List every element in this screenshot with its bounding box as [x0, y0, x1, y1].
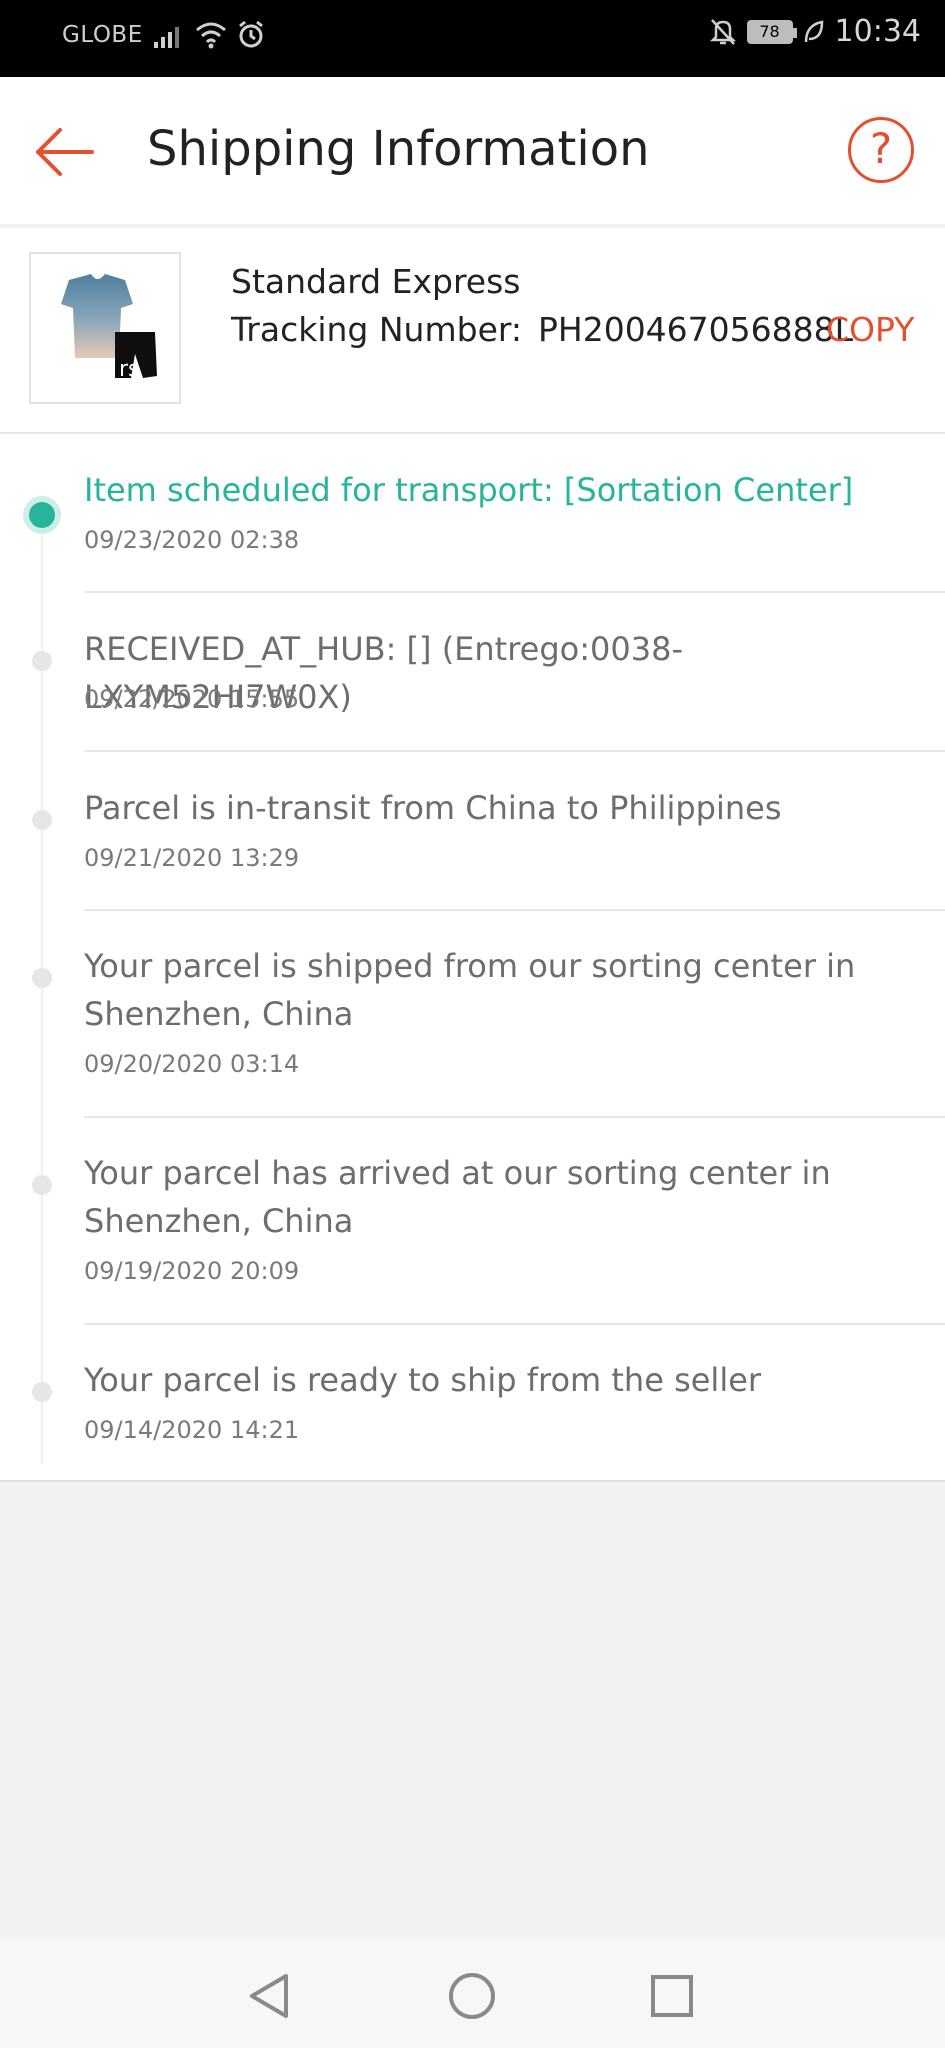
timeline-event: Parcel is in-transit from China to Phili…: [0, 752, 945, 911]
app-bar: Shipping Information ?: [0, 77, 945, 225]
tracking-number-label: Tracking Number:: [231, 310, 522, 349]
timeline-dot: [32, 651, 52, 671]
triangle-back-icon: [250, 1974, 288, 2018]
status-bar: GLOBE 78 10:34: [0, 0, 945, 77]
timeline-dot: [32, 1382, 52, 1402]
system-nav-bar: [0, 1940, 945, 2048]
timeline-dot: [32, 1175, 52, 1195]
tracking-number: PH200467056888L: [537, 310, 854, 349]
timeline-event: Your parcel has arrived at our sorting c…: [0, 1117, 945, 1325]
leaf-icon: [804, 19, 823, 42]
shipment-card: rs Standard Express Tracking Number: PH2…: [0, 228, 945, 434]
alarm-icon: [239, 20, 263, 48]
shipping-method: Standard Express: [231, 262, 521, 301]
event-title: Your parcel is ready to ship from the se…: [84, 1361, 762, 1399]
nav-back-button[interactable]: [242, 1968, 298, 2024]
event-title: Parcel is in-transit from China to Phili…: [84, 789, 782, 827]
event-time: 09/14/2020 14:21: [84, 1416, 300, 1444]
signal-icon: [154, 27, 179, 48]
timeline-dot: [32, 810, 52, 830]
event-time: 09/23/2020 02:38: [84, 526, 300, 554]
back-button[interactable]: [30, 117, 100, 187]
timeline-event: Your parcel is ready to ship from the se…: [0, 1324, 945, 1482]
help-button[interactable]: ?: [848, 117, 914, 183]
timeline-event: Your parcel is shipped from our sorting …: [0, 910, 945, 1118]
square-recents-icon: [651, 1975, 693, 2017]
timeline-event: RECEIVED_AT_HUB: [] (Entrego:0038-LXYM52…: [0, 593, 945, 752]
clock: 10:34: [834, 14, 921, 49]
event-time: 09/22/2020 15:55: [84, 685, 300, 713]
timeline-event: Item scheduled for transport: [Sortation…: [0, 434, 945, 593]
timeline-dot: [32, 968, 52, 988]
timeline-dot-active: [29, 502, 55, 528]
mute-notifications-icon: [709, 18, 736, 45]
status-left-icons: [152, 20, 266, 50]
question-mark-icon: ?: [869, 124, 893, 173]
nav-home-button[interactable]: [444, 1968, 500, 2024]
page-title: Shipping Information: [147, 121, 650, 177]
product-thumbnail[interactable]: rs: [29, 252, 181, 404]
wifi-icon: [196, 22, 226, 49]
event-time: 09/21/2020 13:29: [84, 844, 300, 872]
event-title: Item scheduled for transport: [Sortation…: [84, 471, 854, 509]
event-title: Your parcel is shipped from our sorting …: [84, 947, 856, 1033]
event-time: 09/20/2020 03:14: [84, 1050, 300, 1078]
back-arrow-icon: [36, 128, 94, 176]
status-right-icons: 78 10:34: [709, 14, 921, 49]
circle-home-icon: [449, 1973, 495, 2019]
tracking-number-row: Tracking Number: PH200467056888L: [231, 310, 853, 349]
carrier-name: GLOBE: [62, 22, 143, 48]
copy-tracking-button[interactable]: COPY: [826, 310, 914, 349]
cycling-kit-image: rs: [61, 274, 157, 382]
event-title: Your parcel has arrived at our sorting c…: [84, 1154, 831, 1240]
svg-text:rs: rs: [119, 357, 140, 382]
event-time: 09/19/2020 20:09: [84, 1257, 300, 1285]
battery-indicator: 78: [746, 19, 797, 44]
tracking-timeline: Item scheduled for transport: [Sortation…: [0, 434, 945, 1482]
nav-recents-button[interactable]: [644, 1968, 700, 2024]
